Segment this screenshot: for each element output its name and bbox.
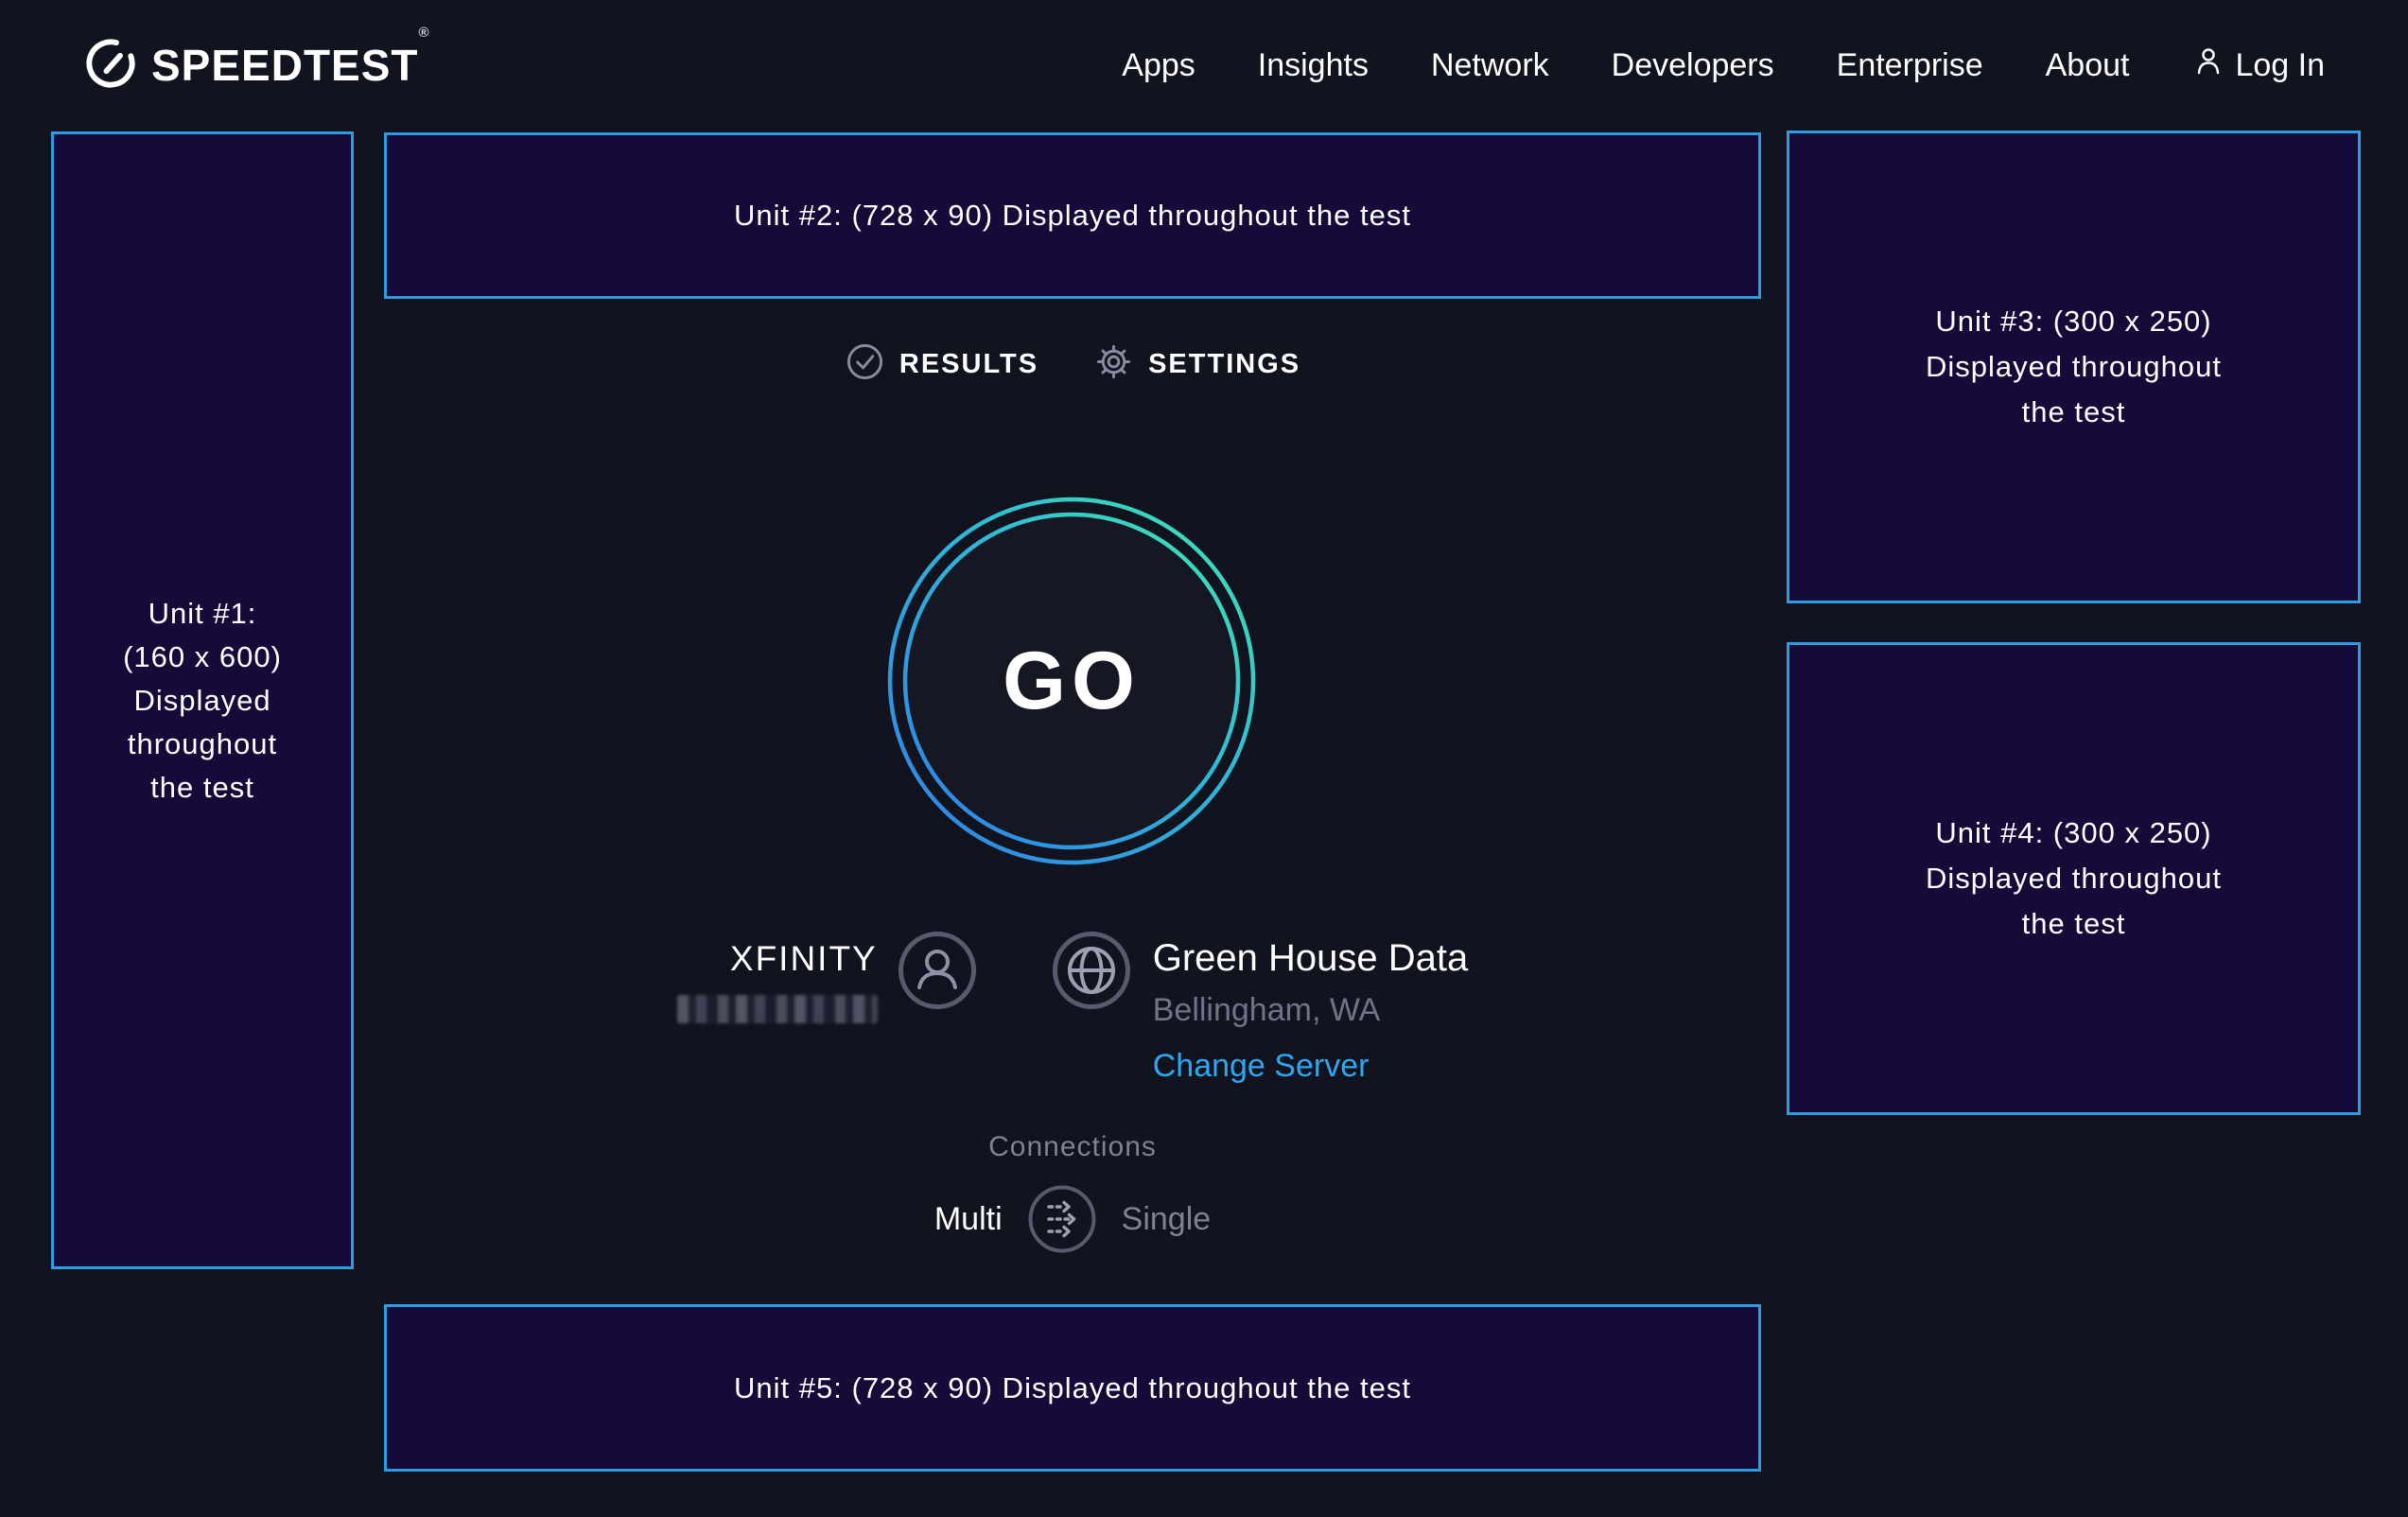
globe-circle-icon xyxy=(1052,931,1131,1015)
ad-line: Displayed xyxy=(133,679,270,723)
connections-toggle-button[interactable] xyxy=(1027,1184,1097,1254)
nav-item-about[interactable]: About xyxy=(2046,47,2130,84)
speedtest-logo[interactable]: SPEEDTEST® xyxy=(83,36,430,96)
ad-line: Unit #3: (300 x 250) xyxy=(1935,299,2211,344)
nav-item-insights[interactable]: Insights xyxy=(1258,47,1369,84)
speedometer-logo-icon xyxy=(83,36,138,96)
single-connection-option[interactable]: Single xyxy=(1122,1201,1212,1238)
nav-item-enterprise[interactable]: Enterprise xyxy=(1837,47,1983,84)
ad-line: Unit #2: (728 x 90) Displayed throughout… xyxy=(734,193,1411,238)
main-nav: Apps Insights Network Developers Enterpr… xyxy=(1122,44,2325,87)
isp-info: XFINITY xyxy=(677,931,977,1023)
isp-ip-redacted xyxy=(677,995,878,1023)
logo-text: SPEEDTEST® xyxy=(151,40,430,91)
go-label: GO xyxy=(887,497,1256,865)
ad-line: throughout xyxy=(128,723,277,766)
tab-settings-label: SETTINGS xyxy=(1148,349,1300,380)
tabs-bar: RESULTS SETTINGS xyxy=(384,341,1761,387)
connections-label: Connections xyxy=(988,1131,1157,1163)
header: SPEEDTEST® Apps Insights Network Develop… xyxy=(0,0,2408,131)
check-circle-icon xyxy=(845,341,885,387)
ad-line: the test xyxy=(2022,390,2126,435)
multi-connections-option[interactable]: Multi xyxy=(934,1201,1003,1238)
tab-results[interactable]: RESULTS xyxy=(845,341,1038,387)
tab-settings[interactable]: SETTINGS xyxy=(1093,341,1300,387)
ad-line: Unit #4: (300 x 250) xyxy=(1935,811,2211,856)
isp-name: XFINITY xyxy=(730,938,878,980)
person-circle-icon xyxy=(898,931,977,1015)
ad-unit-5[interactable]: Unit #5: (728 x 90) Displayed throughout… xyxy=(384,1304,1761,1472)
ad-unit-4[interactable]: Unit #4: (300 x 250) Displayed throughou… xyxy=(1787,642,2361,1115)
login-button[interactable]: Log In xyxy=(2191,44,2325,87)
server-info: Green House Data Bellingham, WA Change S… xyxy=(1052,931,1469,1085)
nav-item-apps[interactable]: Apps xyxy=(1122,47,1195,84)
server-name: Green House Data xyxy=(1153,936,1469,980)
ad-line: (160 x 600) xyxy=(123,636,282,679)
ad-line: Unit #1: xyxy=(148,592,257,636)
multi-arrows-icon xyxy=(1027,1184,1097,1254)
tab-results-label: RESULTS xyxy=(899,349,1038,380)
ad-unit-2[interactable]: Unit #2: (728 x 90) Displayed throughout… xyxy=(384,132,1761,299)
gear-icon xyxy=(1093,341,1134,387)
ad-unit-3[interactable]: Unit #3: (300 x 250) Displayed throughou… xyxy=(1787,131,2361,603)
connection-info: XFINITY Green Hou xyxy=(384,931,1761,1085)
ad-line: Unit #5: (728 x 90) Displayed throughout… xyxy=(734,1366,1411,1411)
ad-line: Displayed throughout xyxy=(1926,344,2222,390)
change-server-link[interactable]: Change Server xyxy=(1153,1048,1370,1085)
login-label: Log In xyxy=(2235,47,2325,84)
user-icon xyxy=(2191,44,2225,87)
go-button[interactable]: GO xyxy=(887,497,1256,865)
nav-item-network[interactable]: Network xyxy=(1431,47,1549,84)
ad-unit-1[interactable]: Unit #1: (160 x 600) Displayed throughou… xyxy=(51,131,354,1269)
connections-section: Connections Multi Single xyxy=(384,1131,1761,1254)
ad-line: Displayed throughout xyxy=(1926,856,2222,901)
speedtest-page: SPEEDTEST® Apps Insights Network Develop… xyxy=(0,0,2408,1517)
ad-line: the test xyxy=(150,766,254,810)
ad-line: the test xyxy=(2022,901,2126,947)
logo-trademark: ® xyxy=(419,25,430,41)
nav-item-developers[interactable]: Developers xyxy=(1612,47,1774,84)
server-location: Bellingham, WA xyxy=(1153,992,1381,1029)
